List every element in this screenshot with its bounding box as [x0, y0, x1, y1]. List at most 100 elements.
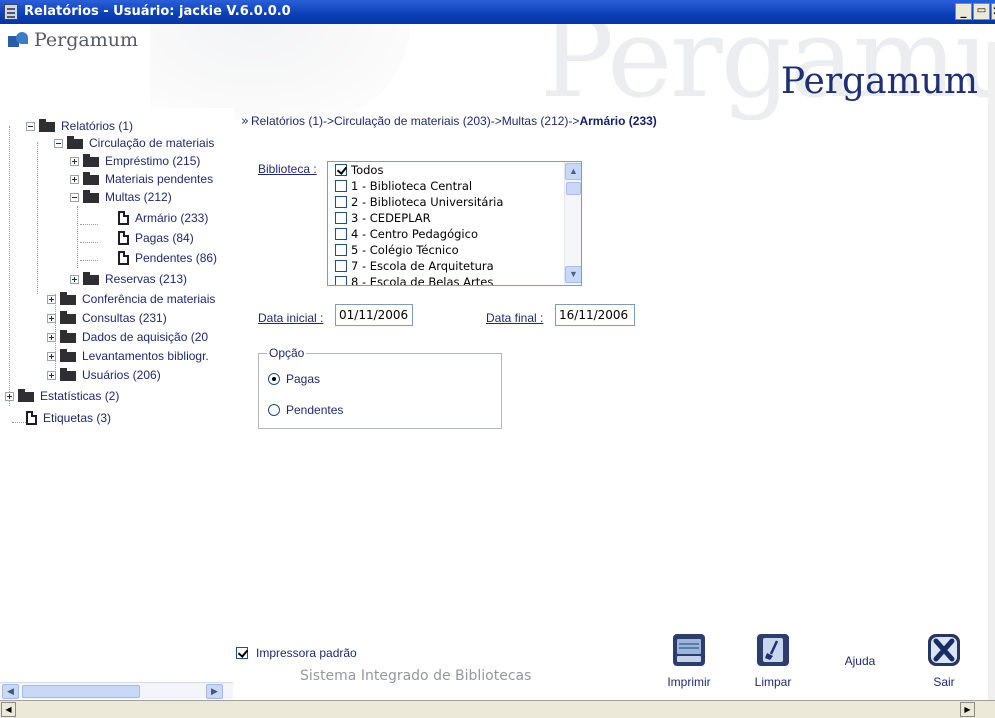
checkbox[interactable] [335, 260, 347, 272]
tree-item-dados-aquisicao[interactable]: Dados de aquisição (20 [47, 329, 208, 345]
biblioteca-checklist[interactable]: Todos 1 - Biblioteca Central 2 - Bibliot… [327, 161, 582, 286]
listbox-scrollbar[interactable]: ▲ ▼ [564, 162, 581, 285]
tree-item-multas[interactable]: Multas (212) [70, 189, 172, 205]
scroll-right-icon[interactable]: ▶ [206, 684, 223, 699]
checkbox[interactable] [236, 647, 248, 659]
limpar-button[interactable]: Limpar [750, 632, 796, 689]
scroll-thumb[interactable] [22, 685, 140, 698]
broom-icon [757, 634, 789, 666]
tree-item-relatorios[interactable]: Relatórios (1) [26, 118, 133, 134]
scroll-left-icon[interactable]: ◀ [1, 702, 16, 717]
collapse-icon[interactable] [54, 138, 63, 148]
data-final-input[interactable]: 16/11/2006 [555, 304, 635, 326]
list-item[interactable]: 3 - CEDEPLAR [328, 210, 581, 226]
checkbox[interactable] [335, 244, 347, 256]
collapse-icon[interactable] [70, 192, 79, 202]
tree-item-pendentes[interactable]: Pendentes (86) [118, 250, 217, 266]
ajuda-button[interactable]: Ajuda [838, 654, 882, 668]
tree-item-emprestimo[interactable]: Empréstimo (215) [70, 153, 200, 169]
restore-button[interactable]: ▭ [973, 3, 990, 20]
radio-button[interactable] [268, 404, 280, 416]
folder-icon [39, 119, 55, 132]
biblioteca-label[interactable]: Biblioteca : [258, 162, 317, 176]
checkbox[interactable] [335, 228, 347, 240]
list-item[interactable]: 2 - Biblioteca Universitária [328, 194, 581, 210]
list-item[interactable]: 7 - Escola de Arquitetura [328, 258, 581, 274]
scroll-down-icon[interactable]: ▼ [565, 266, 581, 283]
tree-item-label: Armário (233) [135, 211, 209, 225]
expand-icon[interactable] [47, 370, 56, 380]
folder-icon [83, 272, 99, 285]
data-final-label[interactable]: Data final : [486, 311, 543, 325]
tree-item-levantamentos[interactable]: Levantamentos bibliogr. [47, 348, 209, 364]
expand-icon[interactable] [47, 313, 56, 323]
printer-icon [673, 634, 705, 666]
tree-item-materiais-pendentes[interactable]: Materiais pendentes [70, 171, 213, 187]
window-horizontal-scrollbar[interactable]: ◀ ▶ [0, 700, 995, 718]
radio-pendentes[interactable]: Pendentes [268, 403, 343, 417]
tree-item-label: Empréstimo (215) [105, 154, 201, 168]
folder-icon [18, 389, 34, 402]
document-icon [118, 231, 129, 245]
checkbox[interactable] [335, 276, 347, 285]
list-item-label: 3 - CEDEPLAR [351, 211, 431, 225]
expand-icon[interactable] [70, 274, 79, 284]
minimize-button[interactable]: _ [955, 3, 972, 20]
scroll-right-icon[interactable]: ▶ [960, 702, 975, 717]
system-name: Sistema Integrado de Bibliotecas [300, 668, 532, 684]
list-item[interactable]: 8 - Escola de Belas Artes [328, 274, 581, 285]
expand-icon[interactable] [70, 156, 79, 166]
tree-item-label: Conferência de materiais [82, 292, 216, 306]
tree-item-reservas[interactable]: Reservas (213) [70, 271, 187, 287]
sair-button[interactable]: Sair [924, 632, 964, 689]
tree-item-pagas[interactable]: Pagas (84) [118, 230, 194, 246]
list-item[interactable]: Todos [328, 162, 581, 178]
expand-icon[interactable] [47, 332, 56, 342]
tree-item-label: Pendentes (86) [135, 251, 218, 265]
list-item[interactable]: 5 - Colégio Técnico [328, 242, 581, 258]
tree-item-consultas[interactable]: Consultas (231) [47, 310, 167, 326]
pergamum-logo-small: Pergamum [8, 29, 138, 51]
tree-item-estatisticas[interactable]: Estatísticas (2) [5, 388, 119, 404]
tree-item-label: Estatísticas (2) [40, 389, 120, 403]
tree-item-label: Circulação de materiais [89, 136, 215, 150]
data-inicial-label[interactable]: Data inicial : [258, 311, 323, 325]
reports-tree: Relatórios (1) Circulação de materiais E… [0, 108, 234, 676]
checkbox[interactable] [335, 180, 347, 192]
breadcrumb-current: Armário (233) [579, 114, 657, 128]
close-button[interactable]: ✕ [991, 3, 995, 20]
list-item[interactable]: 1 - Biblioteca Central [328, 178, 581, 194]
radio-pagas[interactable]: Pagas [268, 372, 320, 386]
radio-button[interactable] [268, 373, 280, 385]
expand-icon[interactable] [70, 174, 79, 184]
tree-item-circulacao[interactable]: Circulação de materiais [54, 135, 214, 151]
checkbox[interactable] [335, 164, 347, 176]
folder-icon [67, 136, 83, 149]
collapse-icon[interactable] [26, 121, 35, 131]
data-inicial-input[interactable]: 01/11/2006 [335, 304, 413, 326]
sair-label: Sair [933, 675, 955, 689]
scroll-left-icon[interactable]: ◀ [2, 684, 19, 699]
tree-item-label: Levantamentos bibliogr. [82, 349, 209, 363]
tree-item-conferencia[interactable]: Conferência de materiais [47, 291, 215, 307]
tree-item-etiquetas[interactable]: Etiquetas (3) [26, 410, 111, 426]
tree-item-label: Materiais pendentes [105, 172, 214, 186]
window-title: Relatórios - Usuário: jackie V.6.0.0.0 [24, 4, 291, 19]
expand-icon[interactable] [47, 294, 56, 304]
document-icon [118, 251, 129, 265]
logo-small-text: Pergamum [34, 29, 139, 51]
folder-icon [60, 311, 76, 324]
imprimir-button[interactable]: Imprimir [664, 632, 714, 689]
tree-horizontal-scrollbar[interactable]: ◀ ▶ [0, 682, 233, 699]
scroll-thumb[interactable] [566, 182, 581, 195]
tree-item-usuarios[interactable]: Usuários (206) [47, 367, 161, 383]
expand-icon[interactable] [5, 391, 14, 401]
checkbox[interactable] [335, 212, 347, 224]
expand-icon[interactable] [47, 351, 56, 361]
impressora-padrao-checkbox[interactable]: Impressora padrão [236, 646, 357, 660]
tree-item-armario[interactable]: Armário (233) [118, 210, 208, 226]
window-vertical-scrollbar[interactable] [988, 42, 995, 702]
checkbox[interactable] [335, 196, 347, 208]
list-item[interactable]: 4 - Centro Pedagógico [328, 226, 581, 242]
scroll-up-icon[interactable]: ▲ [565, 163, 581, 180]
